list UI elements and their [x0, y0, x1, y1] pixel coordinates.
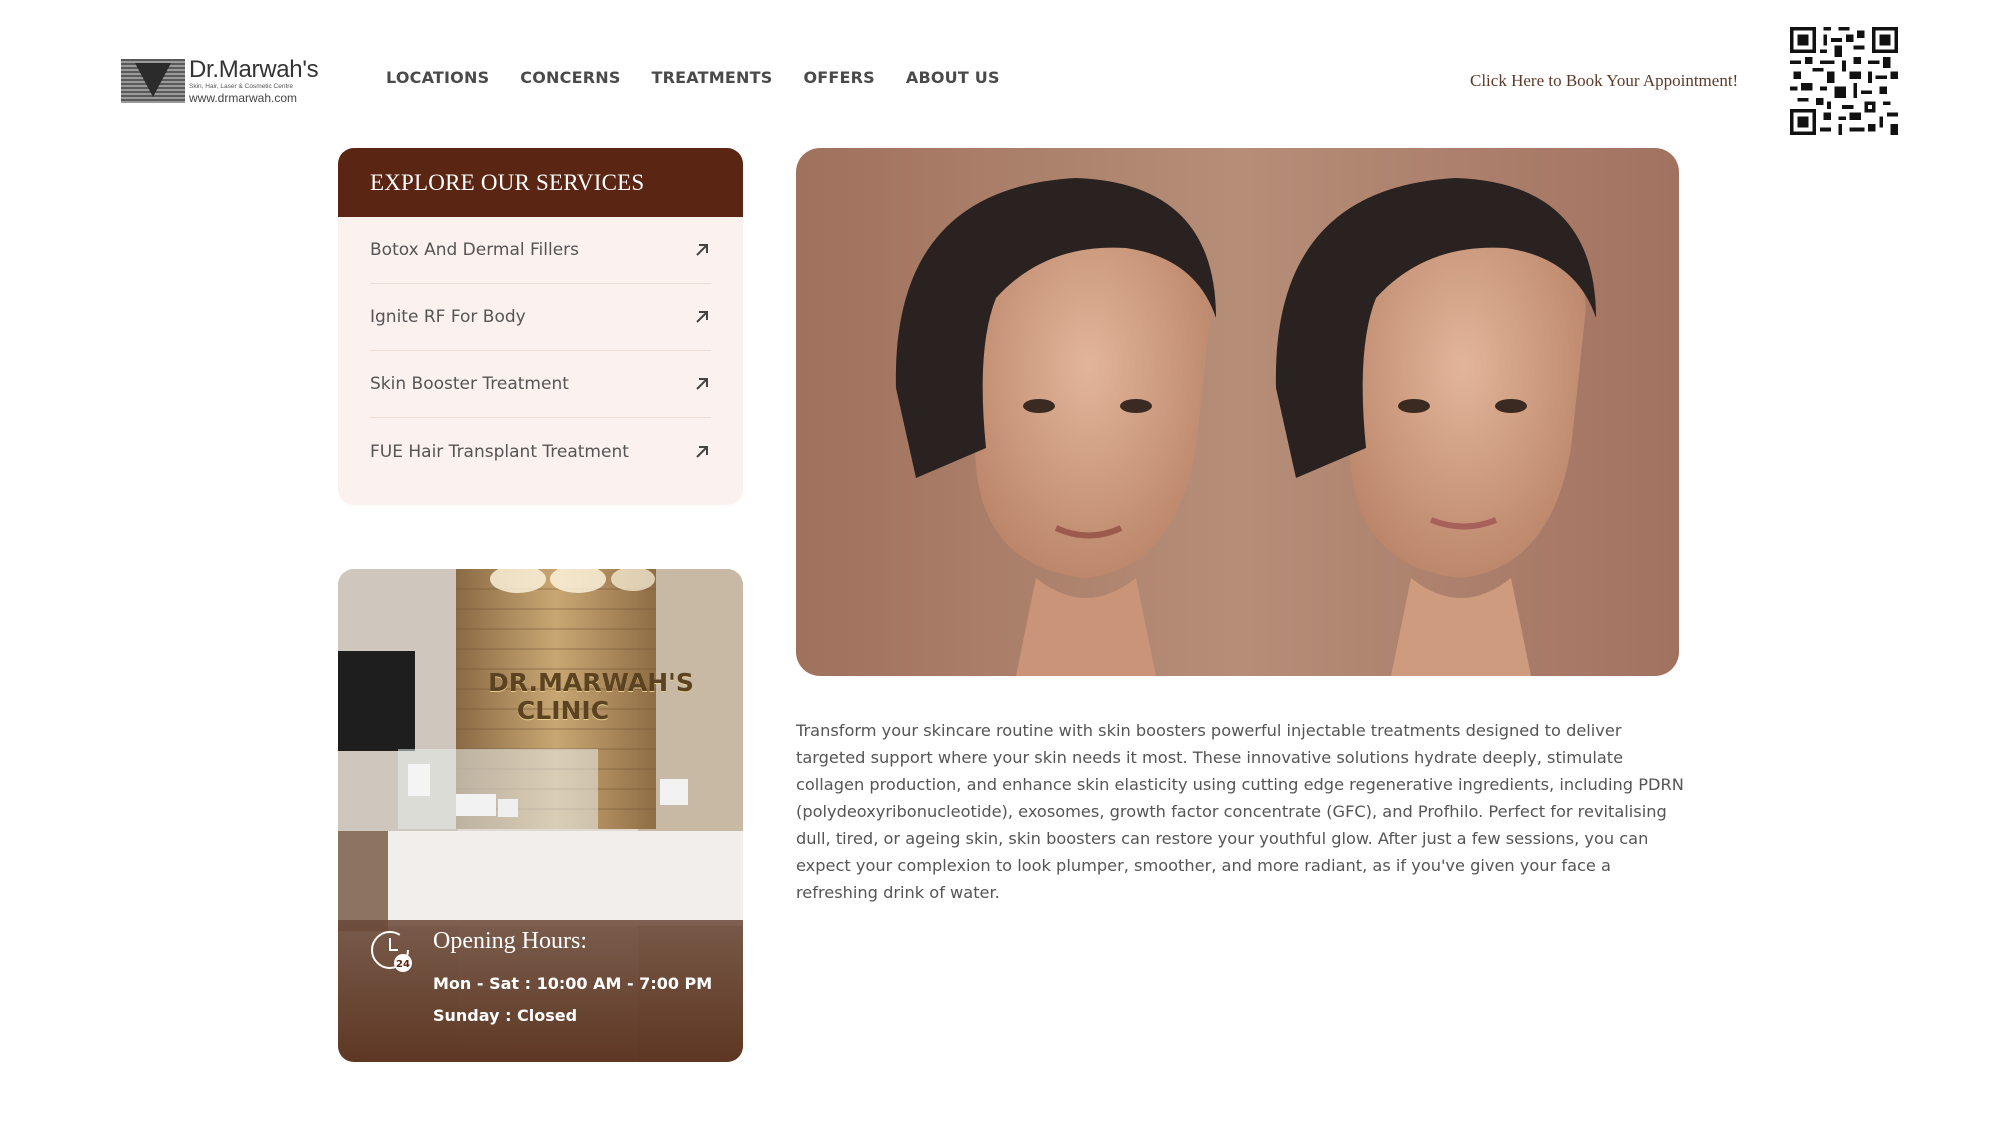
- brand-logo[interactable]: Dr.Marwah's Skin, Hair, Laser & Cosmetic…: [121, 57, 331, 105]
- service-item-label: Botox And Dermal Fillers: [370, 240, 580, 260]
- service-item-fue-hair[interactable]: FUE Hair Transplant Treatment: [370, 418, 711, 485]
- opening-hours-weekday: Mon - Sat : 10:00 AM - 7:00 PM: [433, 974, 713, 993]
- service-item-label: Ignite RF For Body: [370, 307, 526, 327]
- services-title: EXPLORE OUR SERVICES: [338, 148, 743, 217]
- service-item-skin-booster[interactable]: Skin Booster Treatment: [370, 351, 711, 418]
- opening-hours-sunday: Sunday : Closed: [433, 1006, 578, 1025]
- clinic-hours-card: DR.MARWAH'S CLINIC 24 Opening Hours: Mon…: [338, 569, 743, 1062]
- arrow-up-right-icon: [696, 311, 708, 323]
- opening-hours-panel: 24 Opening Hours: Mon - Sat : 10:00 AM -…: [338, 920, 743, 1062]
- logo-url: www.drmarwah.com: [189, 90, 298, 105]
- qr-code-icon[interactable]: [1790, 27, 1898, 135]
- nav-treatments[interactable]: TREATMENTS: [652, 68, 773, 87]
- arrow-up-right-icon: [696, 445, 708, 458]
- explore-services-card: EXPLORE OUR SERVICES Botox And Dermal Fi…: [338, 148, 743, 505]
- clinic-sign: DR.MARWAH'S CLINIC: [488, 668, 694, 725]
- nav-concerns[interactable]: CONCERNS: [520, 68, 620, 87]
- logo-tagline: Skin, Hair, Laser & Cosmetic Centre: [189, 83, 294, 91]
- clock-24-icon: 24: [371, 931, 412, 972]
- clinic-sign-line2: CLINIC: [516, 696, 610, 725]
- clock-badge-text: 24: [396, 959, 410, 970]
- service-item-label: Skin Booster Treatment: [370, 374, 569, 394]
- service-item-botox[interactable]: Botox And Dermal Fillers: [370, 217, 711, 284]
- opening-hours-title: Opening Hours:: [433, 928, 587, 954]
- arrow-up-right-icon: [696, 244, 708, 256]
- clinic-sign-line1: DR.MARWAH'S: [488, 668, 694, 697]
- skin-booster-description: Transform your skincare routine with ski…: [796, 721, 1684, 902]
- book-appointment-link[interactable]: Click Here to Book Your Appointment!: [1470, 71, 1738, 91]
- logo-name: Dr.Marwah's: [189, 56, 319, 84]
- nav-locations[interactable]: LOCATIONS: [386, 68, 489, 87]
- services-list: Botox And Dermal Fillers Ignite RF For B…: [338, 217, 743, 485]
- main-nav: LOCATIONS CONCERNS TREATMENTS OFFERS ABO…: [386, 68, 1031, 87]
- service-item-ignite-rf[interactable]: Ignite RF For Body: [370, 284, 711, 351]
- service-item-label: FUE Hair Transplant Treatment: [370, 441, 629, 462]
- logo-mark-icon: [121, 59, 185, 103]
- nav-offers[interactable]: OFFERS: [803, 68, 874, 87]
- arrow-up-right-icon: [696, 378, 708, 390]
- before-after-hero-image: [796, 148, 1679, 676]
- before-after-faces-illustration: [895, 178, 1596, 676]
- nav-about-us[interactable]: ABOUT US: [906, 68, 1000, 87]
